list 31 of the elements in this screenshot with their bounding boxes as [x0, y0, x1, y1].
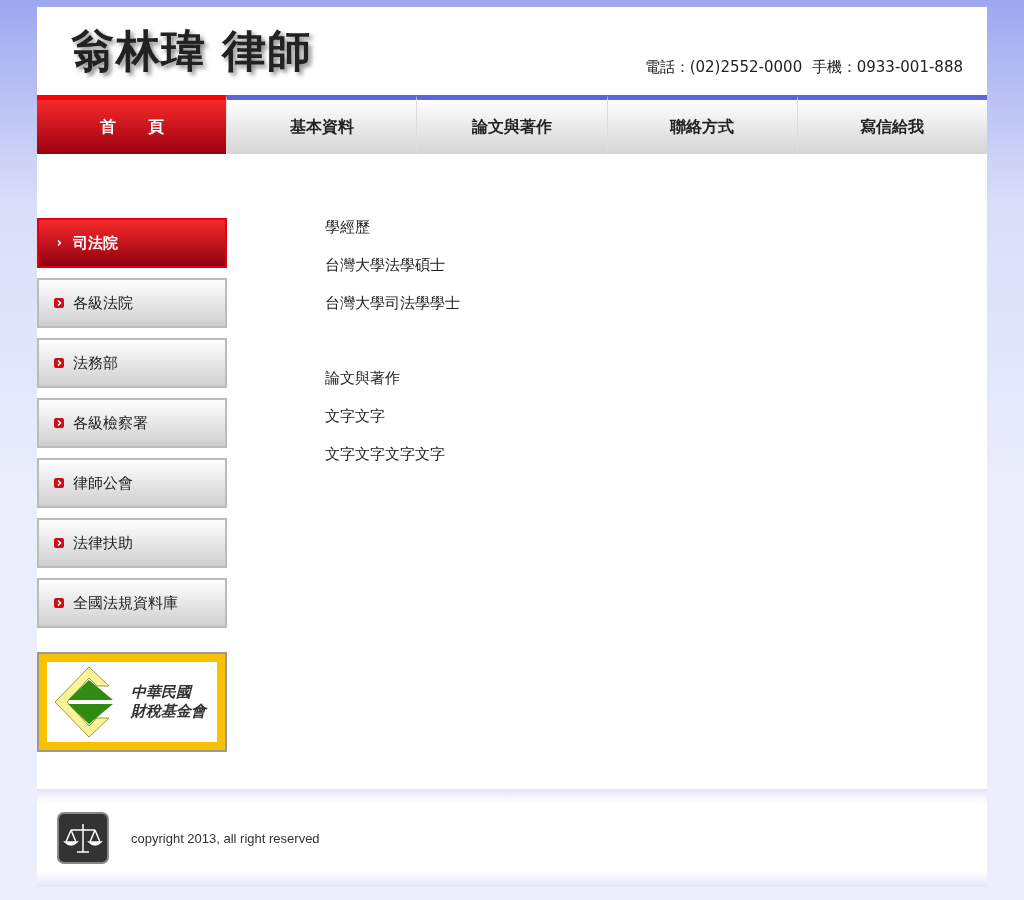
- chevron-icon: [54, 418, 64, 428]
- nav-tab[interactable]: 首 頁: [37, 95, 227, 154]
- sidebar-link[interactable]: 各級法院: [37, 278, 227, 328]
- sidebar-link[interactable]: 法務部: [37, 338, 227, 388]
- site-title: 翁林瑋 律師: [71, 23, 313, 78]
- sidebar-link[interactable]: 司法院: [37, 218, 227, 268]
- scales-logo-icon: [57, 812, 109, 864]
- content-line: 台灣大學法學碩士: [325, 256, 446, 275]
- chevron-icon: [54, 298, 64, 308]
- sidebar-link[interactable]: 律師公會: [37, 458, 227, 508]
- chevron-icon: [54, 478, 64, 488]
- sidebar-link[interactable]: 全國法規資料庫: [37, 578, 227, 628]
- nav-tab[interactable]: 論文與著作: [416, 95, 607, 154]
- section-heading: 論文與著作: [325, 369, 401, 388]
- copyright-text: copyright 2013, all right reserved: [131, 830, 320, 846]
- chevron-icon: [54, 358, 64, 368]
- foundation-banner[interactable]: 中華民國 財稅基金會: [37, 652, 227, 752]
- sidebar-link[interactable]: 法律扶助: [37, 518, 227, 568]
- sidebar-link[interactable]: 各級檢察署: [37, 398, 227, 448]
- contact-info: 電話：(02)2552-0000 手機：0933-001-888: [644, 58, 963, 77]
- content-line: 文字文字文字文字: [325, 445, 446, 464]
- content-line: 台灣大學司法學學士: [325, 294, 460, 313]
- chevron-icon: [54, 598, 64, 608]
- section-heading: 學經歷: [325, 218, 371, 237]
- banner-text: 中華民國: [131, 683, 194, 702]
- nav-tab[interactable]: 寫信給我: [796, 95, 987, 154]
- banner-text: 財稅基金會: [131, 702, 206, 721]
- nav-tab[interactable]: 基本資料: [226, 95, 417, 154]
- chevron-icon: [54, 538, 64, 548]
- nav-tab[interactable]: 聯絡方式: [606, 95, 797, 154]
- content-line: 文字文字: [325, 407, 386, 426]
